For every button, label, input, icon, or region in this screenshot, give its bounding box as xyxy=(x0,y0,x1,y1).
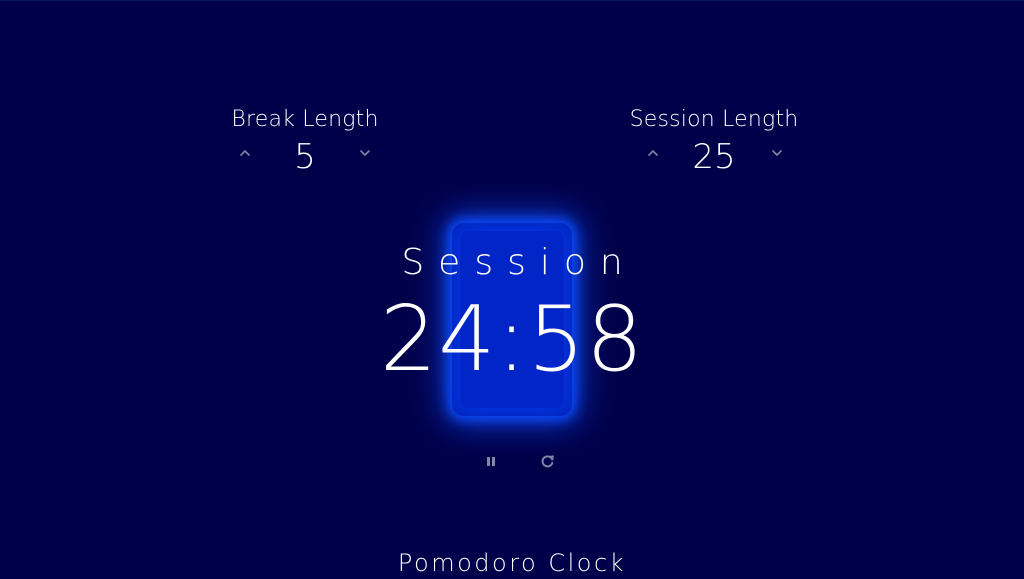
reset-button[interactable] xyxy=(539,452,557,470)
break-length-label: Break Length xyxy=(231,107,379,132)
pause-button[interactable] xyxy=(482,452,500,470)
session-length-value: 25 xyxy=(692,137,736,177)
time-left: 24:58 xyxy=(379,287,645,392)
break-decrement-button[interactable] xyxy=(355,143,375,163)
chevron-down-icon xyxy=(360,150,370,156)
top-border xyxy=(0,0,1024,1)
session-length-label: Session Length xyxy=(629,107,799,132)
session-decrement-button[interactable] xyxy=(767,143,787,163)
chevron-down-icon xyxy=(772,150,782,156)
break-length-value: 5 xyxy=(294,137,316,177)
refresh-icon xyxy=(541,455,554,468)
break-length-panel: Break Length 5 xyxy=(195,106,415,177)
session-length-controls: 25 xyxy=(604,137,824,177)
break-length-controls: 5 xyxy=(195,137,415,177)
pause-icon xyxy=(487,457,495,466)
app-title: Pomodoro Clock xyxy=(397,549,627,577)
session-length-panel: Session Length 25 xyxy=(604,106,824,177)
timer-label: Session xyxy=(401,242,637,283)
